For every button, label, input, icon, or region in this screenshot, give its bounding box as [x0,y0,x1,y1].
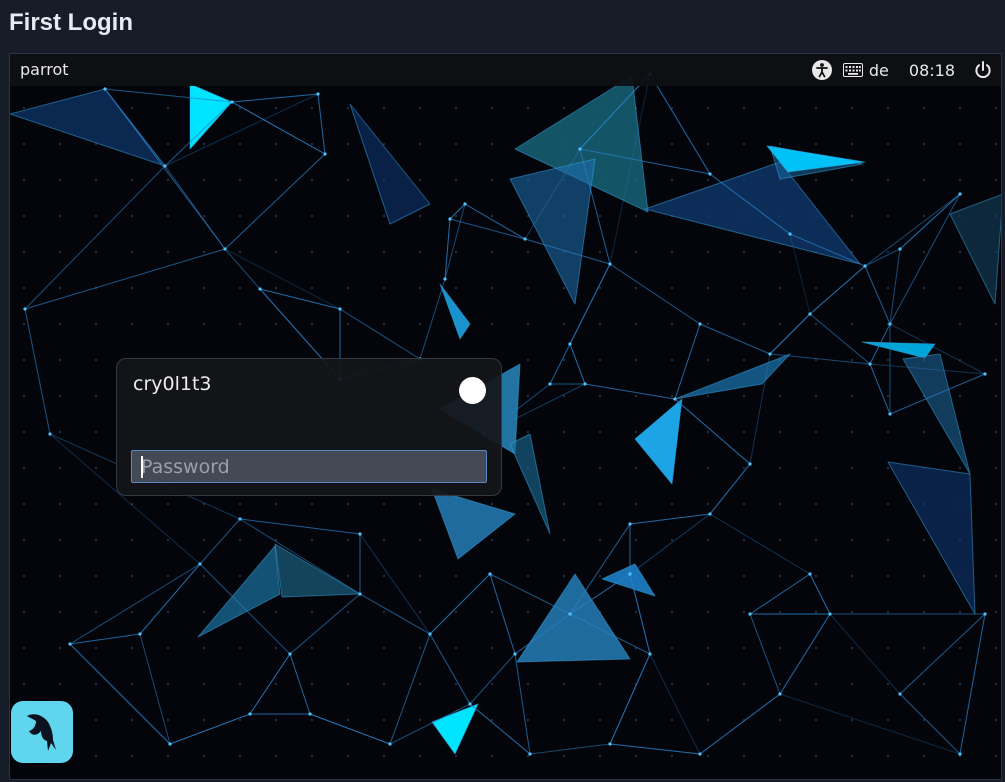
clock-label[interactable]: 08:18 [909,61,955,80]
text-cursor [141,456,143,478]
hostname-label: parrot [20,60,69,79]
accessibility-icon[interactable] [811,59,833,81]
keyboard-layout-label: de [868,60,889,80]
page-title: First Login [9,9,133,36]
parrot-logo-icon [20,707,64,757]
user-status-indicator [459,377,486,404]
login-card: cry0l1t3 [116,358,502,496]
username-label: cry0l1t3 [133,373,212,395]
power-icon[interactable] [973,60,993,80]
top-panel: parrot de 08:18 [10,54,1001,86]
parrot-menu-button[interactable] [11,701,73,763]
keyboard-layout-selector[interactable]: de [842,60,889,80]
password-field[interactable] [131,450,487,483]
keyboard-icon [842,63,863,77]
system-tray: de 08:18 [811,58,993,82]
login-screen: parrot de 08:18 cry0l1t3 [9,53,1002,780]
